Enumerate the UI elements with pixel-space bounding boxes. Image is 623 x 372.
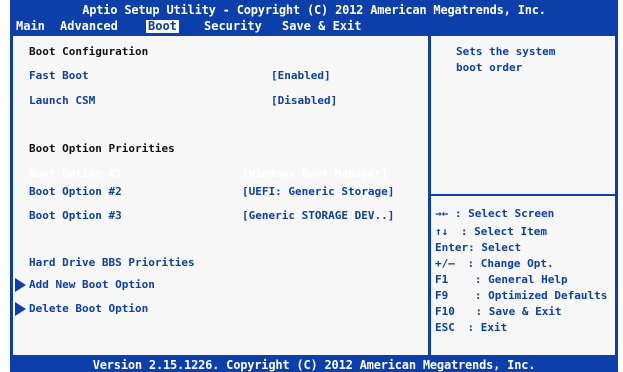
- up-down-arrows-icon: ↑↓: [435, 225, 449, 238]
- bios-setup-screen: Aptio Setup Utility - Copyright (C) 2012…: [0, 0, 623, 372]
- key-enter-label: Enter:: [435, 241, 475, 254]
- boot-option-2-value[interactable]: [UEFI: Generic Storage]: [242, 185, 394, 199]
- item-help-line-1: Sets the system: [456, 45, 556, 58]
- boot-option-1-value[interactable]: [Windows Boot Manager]: [242, 167, 388, 181]
- launch-csm-value[interactable]: [Disabled]: [271, 94, 337, 108]
- key-save-exit: F10 : Save & Exit: [435, 305, 562, 319]
- tab-security[interactable]: Security: [204, 20, 262, 33]
- left-right-arrows-icon: →←: [435, 207, 449, 220]
- key-enter-action: Select: [481, 241, 522, 254]
- key-change-opt: +/— : Change Opt.: [435, 257, 554, 271]
- key-general-help-action: : General Help: [474, 273, 568, 286]
- key-esc-label: ESC: [435, 321, 455, 334]
- delete-boot-option-label: Delete Boot Option: [29, 302, 149, 315]
- key-enter: Enter: Select: [435, 241, 521, 255]
- boot-page: Boot Configuration Fast Boot [Enabled] L…: [10, 33, 618, 358]
- version-bar: Version 2.15.1226. Copyright (C) 2012 Am…: [10, 358, 618, 372]
- tab-advanced[interactable]: Advanced: [60, 20, 118, 33]
- key-f9-label: F9: [435, 289, 449, 302]
- fast-boot-value[interactable]: [Enabled]: [271, 69, 331, 83]
- fast-boot-label: Fast Boot: [29, 69, 89, 82]
- key-optimized-defaults: F9 : Optimized Defaults: [435, 289, 607, 303]
- key-select-item: ↑↓ : Select Item: [435, 225, 547, 239]
- key-select-screen: →← : Select Screen: [435, 207, 554, 221]
- key-select-item-action: : Select Item: [460, 225, 547, 238]
- tab-save-exit[interactable]: Save & Exit: [282, 20, 361, 33]
- version-text: Version 2.15.1226. Copyright (C) 2012 Am…: [92, 358, 536, 372]
- submenu-arrow-icon: [15, 278, 26, 292]
- key-exit: ESC : Exit: [435, 321, 507, 335]
- key-plus-minus-label: +/—: [435, 257, 455, 270]
- key-change-opt-action: : Change Opt.: [467, 257, 554, 270]
- boot-configuration-heading: Boot Configuration: [29, 45, 149, 58]
- add-new-boot-option-label: Add New Boot Option: [29, 278, 155, 291]
- boot-option-1-label: Boot Option #1: [29, 167, 122, 180]
- key-select-screen-action: : Select Screen: [454, 207, 555, 220]
- key-f1-label: F1: [435, 273, 449, 286]
- key-general-help: F1 : General Help: [435, 273, 568, 287]
- boot-option-3-label: Boot Option #3: [29, 209, 122, 222]
- tab-main[interactable]: Main: [16, 20, 45, 33]
- boot-option-priorities-heading: Boot Option Priorities: [29, 142, 175, 155]
- item-help-line-2: boot order: [456, 61, 523, 74]
- boot-option-3-value[interactable]: [Generic STORAGE DEV..]: [242, 209, 394, 223]
- help-separator: [431, 194, 615, 196]
- utility-title: Aptio Setup Utility - Copyright (C) 2012…: [82, 3, 546, 17]
- key-save-exit-action: : Save & Exit: [475, 305, 562, 318]
- boot-option-2-label: Boot Option #2: [29, 185, 122, 198]
- key-exit-action: : Exit: [467, 321, 508, 334]
- hard-drive-bbs-priorities[interactable]: Hard Drive BBS Priorities: [29, 256, 195, 270]
- tab-boot[interactable]: Boot: [146, 20, 179, 33]
- submenu-arrow-icon: [15, 302, 26, 316]
- launch-csm-label: Launch CSM: [29, 94, 96, 107]
- key-optimized-defaults-action: : Optimized Defaults: [474, 289, 608, 302]
- title-bar: Aptio Setup Utility - Copyright (C) 2012…: [10, 0, 618, 33]
- key-f10-label: F10: [435, 305, 455, 318]
